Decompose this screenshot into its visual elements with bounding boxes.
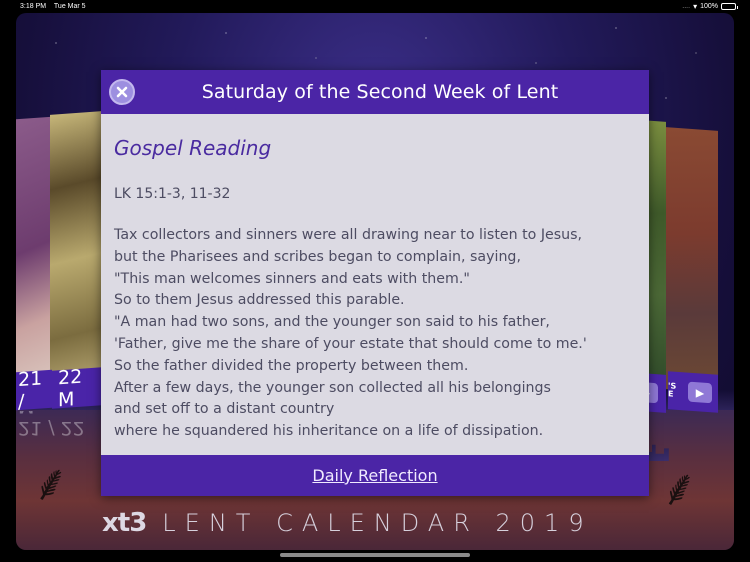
daily-reflection-link[interactable]: Daily Reflection (312, 466, 437, 485)
calendar-card-left-1[interactable] (16, 116, 52, 410)
passage-line: and set off to a distant country (114, 401, 335, 418)
modal-title: Saturday of the Second Week of Lent (201, 81, 559, 103)
close-icon (116, 86, 128, 98)
calendar-card-right-2[interactable] (666, 127, 718, 393)
section-heading: Gospel Reading (114, 136, 272, 160)
close-button[interactable] (109, 79, 135, 105)
wifi-icon: ▾ (693, 2, 698, 11)
passage-line: Tax collectors and sinners were all draw… (114, 227, 583, 243)
calendar-card-left-2[interactable] (50, 111, 102, 407)
dead-tree-right: ⸙ (660, 459, 699, 517)
modal-footer: Daily Reflection (101, 455, 649, 496)
feature-label-line2: E (668, 389, 674, 399)
signal-indicator: .... (682, 3, 691, 10)
card-date-banner[interactable]: 22 M (52, 365, 102, 412)
battery-percent: 100% (700, 3, 718, 10)
brand-title: LENT CALENDAR 2019 (162, 509, 593, 537)
reading-modal: Saturday of the Second Week of Lent Gosp… (101, 70, 649, 496)
card-date-label: 21 / (18, 367, 43, 414)
status-right: .... ▾ 100% (682, 2, 738, 11)
reading-content[interactable]: Gospel Reading LK 15:1-3, 11-32 Tax coll… (101, 114, 649, 455)
scripture-reference: LK 15:1-3, 11-32 (114, 186, 231, 202)
modal-header: Saturday of the Second Week of Lent (101, 70, 649, 114)
play-icon: ▶ (695, 385, 705, 400)
passage-line: So to them Jesus addressed this parable. (114, 292, 405, 309)
status-time: 3:18 PM (20, 3, 47, 10)
passage-line: So the father divided the property betwe… (114, 357, 469, 374)
card-date-banner[interactable]: 21 / (16, 367, 52, 414)
reflection-text: 21 / (18, 417, 55, 439)
status-bar: 3:18 PM Tue Mar 5 .... ▾ 100% (0, 0, 750, 13)
xt3-logo: xt3 (102, 508, 147, 538)
card-feature-banner[interactable]: 'S E ▶ (668, 371, 718, 413)
passage-line: 'Father, give me the share of your estat… (114, 335, 587, 352)
home-indicator[interactable] (280, 553, 470, 557)
play-button[interactable]: ▶ (688, 381, 712, 404)
brand-footer: xt3 LENT CALENDAR 2019 (102, 508, 593, 538)
status-left: 3:18 PM Tue Mar 5 (20, 3, 92, 10)
status-date: Tue Mar 5 (53, 3, 86, 10)
passage-line: where he squandered his inheritance on a… (114, 423, 544, 440)
battery-icon (721, 3, 738, 10)
passage-line: After a few days, the younger son collec… (114, 379, 551, 396)
card-reflection: 21 / 22 M (16, 411, 102, 439)
passage-line: "This man welcomes sinners and eats with… (114, 270, 470, 287)
gospel-passage: Tax collectors and sinners were all draw… (114, 225, 636, 443)
passage-line: "A man had two sons, and the younger son… (114, 314, 550, 331)
passage-line: but the Pharisees and scribes began to c… (114, 248, 521, 265)
card-date-label: 22 M (58, 365, 83, 412)
device-screen: 3:18 PM Tue Mar 5 .... ▾ 100% 21 / 22 M … (0, 0, 750, 562)
dead-tree-left: ⸙ (32, 454, 70, 512)
feature-label: 'S E (668, 382, 684, 399)
